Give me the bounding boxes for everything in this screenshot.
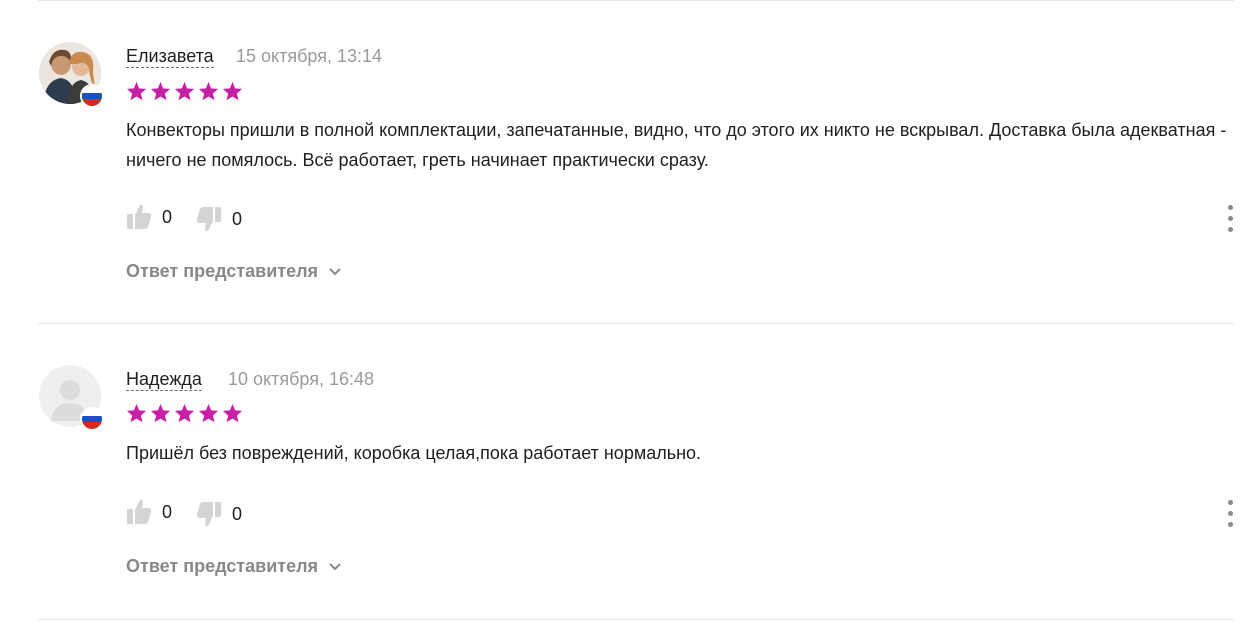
thumbs-down-icon — [196, 502, 221, 527]
star-icon — [222, 81, 243, 101]
review-date: 15 октября, 13:14 — [236, 46, 383, 66]
thumbs-up-icon — [127, 499, 152, 524]
russia-flag-icon — [80, 84, 104, 108]
dislike-count: 0 — [232, 503, 243, 524]
russia-flag-icon — [80, 407, 104, 431]
thumbs-up-icon — [127, 204, 152, 229]
reply-label: Ответ представителя — [126, 556, 319, 576]
representative-reply-toggle[interactable]: Ответ представителя — [126, 261, 342, 282]
like-button[interactable]: 0 — [126, 203, 172, 231]
review-date: 10 октября, 16:48 — [228, 369, 375, 389]
review-card: Елизавета 15 октября, 13:14 Конвекторы п… — [0, 0, 1259, 323]
chevron-down-icon — [329, 267, 341, 275]
star-icon — [198, 403, 219, 423]
star-icon — [126, 403, 147, 423]
dislike-button[interactable]: 0 — [196, 500, 242, 528]
dislike-count: 0 — [232, 208, 243, 229]
star-icon — [222, 403, 243, 423]
like-count: 0 — [162, 206, 173, 227]
thumbs-down-icon — [196, 207, 221, 232]
star-icon — [150, 81, 171, 101]
review-text: Конвекторы пришли в полной комплектации,… — [126, 120, 1227, 170]
dislike-button[interactable]: 0 — [196, 205, 242, 233]
rating-stars — [126, 81, 243, 101]
reply-label: Ответ представителя — [126, 261, 319, 281]
chevron-down-icon — [329, 562, 341, 570]
star-icon — [198, 81, 219, 101]
star-icon — [174, 81, 195, 101]
review-text: Пришёл без повреждений, коробка целая,по… — [126, 443, 702, 463]
rating-stars — [126, 403, 243, 423]
star-icon — [126, 81, 147, 101]
representative-reply-toggle[interactable]: Ответ представителя — [126, 556, 342, 577]
more-options-icon[interactable] — [1221, 205, 1239, 233]
star-icon — [174, 403, 195, 423]
like-button[interactable]: 0 — [126, 498, 172, 526]
more-options-icon[interactable] — [1221, 500, 1239, 528]
author-name[interactable]: Елизавета — [126, 46, 214, 68]
author-name[interactable]: Надежда — [126, 369, 202, 391]
review-card: Надежда 10 октября, 16:48 Пришёл без пов… — [0, 323, 1259, 619]
like-count: 0 — [162, 501, 173, 522]
review-divider — [38, 619, 1234, 620]
star-icon — [150, 403, 171, 423]
